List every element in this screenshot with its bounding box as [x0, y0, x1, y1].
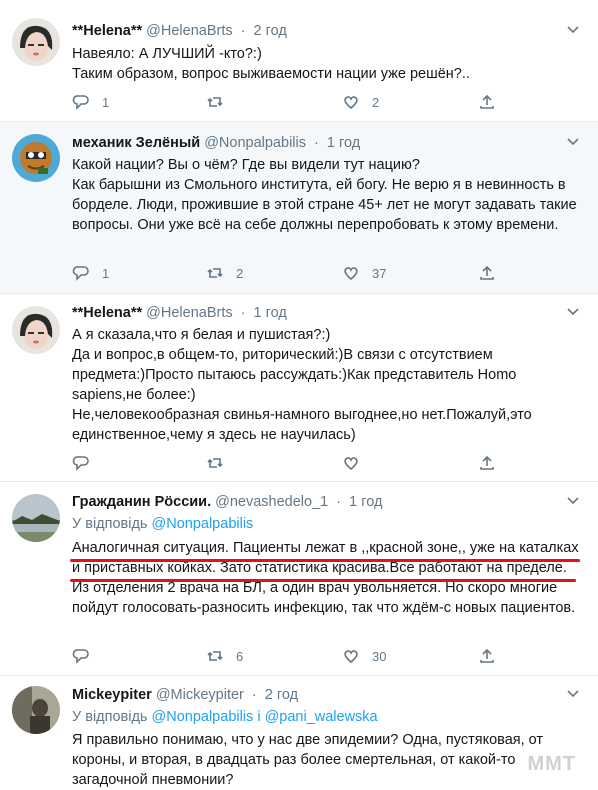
retweet-icon [207, 97, 223, 107]
separator-dot: · [251, 687, 257, 703]
tweet-header: **Helena** @HelenaBrts · 2 год [72, 21, 287, 41]
retweet-button[interactable]: 2 [206, 263, 243, 283]
tweet-text: Аналогичная ситуация. Пациенты лежат в ,… [72, 540, 583, 616]
chevron-down-icon[interactable] [566, 495, 580, 509]
tweet-actions: 1 2 [72, 92, 502, 112]
author-name[interactable]: Гражданин Рöссии. [72, 494, 211, 510]
retweet-button[interactable]: 6 [206, 646, 243, 666]
like-count: 37 [372, 265, 387, 281]
heart-icon [344, 457, 358, 471]
heart-icon [344, 267, 358, 281]
chevron-down-icon[interactable] [566, 136, 580, 150]
heart-icon [344, 96, 358, 110]
share-icon [480, 648, 494, 663]
like-count: 2 [372, 94, 380, 110]
tweet-header: Гражданин Рöссии. @nevashedelo_1 · 1 год [72, 492, 382, 512]
timestamp[interactable]: 2 год [254, 23, 287, 39]
share-icon [480, 455, 494, 470]
author-handle[interactable]: @nevashedelo_1 [215, 494, 328, 510]
share-button[interactable] [478, 263, 496, 283]
author-name[interactable]: **Helena** [72, 305, 142, 321]
author-handle[interactable]: @HelenaBrts [146, 305, 232, 321]
like-button[interactable]: 30 [342, 646, 386, 666]
avatar[interactable] [12, 18, 60, 66]
tweet-4[interactable]: Гражданин Рöссии. @nevashedelo_1 · 1 год… [0, 482, 598, 676]
author-handle[interactable]: @Nonpalpabilis [204, 135, 306, 151]
tweet-1[interactable]: **Helena** @HelenaBrts · 2 год Навеяло: … [0, 0, 598, 122]
avatar[interactable] [12, 134, 60, 182]
retweet-icon [207, 458, 223, 468]
timestamp[interactable]: 1 год [349, 494, 382, 510]
share-icon [480, 94, 494, 109]
chevron-down-icon[interactable] [566, 306, 580, 320]
red-underline-1 [70, 559, 580, 562]
timestamp[interactable]: 1 год [327, 135, 360, 151]
red-underline-2 [70, 579, 576, 582]
separator-dot: · [240, 305, 246, 321]
tweet-text: Какой нации? Вы о чём? Где вы видели тут… [72, 157, 577, 233]
reply-count: 1 [102, 94, 110, 110]
timestamp[interactable]: 2 год [265, 687, 298, 703]
reply-context: У відповідь @Nonpalpabilis [72, 514, 253, 534]
share-button[interactable] [478, 453, 496, 473]
reply-icon [72, 95, 89, 110]
reply-handle-link[interactable]: @Nonpalpabilis [152, 516, 254, 532]
reply-icon [72, 266, 89, 281]
tweet-actions: 1 2 37 [72, 263, 502, 283]
retweet-icon [207, 651, 223, 661]
tweet-text: Навеяло: А ЛУЧШИЙ -кто?:) Таким образом,… [72, 46, 470, 82]
reply-icon [72, 456, 89, 471]
avatar[interactable] [12, 306, 60, 354]
watermark: MMT [527, 753, 576, 775]
tweet-5[interactable]: Mickeypiter @Mickeypiter · 2 год У відпо… [0, 676, 598, 790]
like-button[interactable]: 2 [342, 92, 379, 112]
like-count: 30 [372, 648, 387, 664]
tweet-text: А я сказала,что я белая и пушистая?:) Да… [72, 327, 532, 443]
reply-icon [72, 649, 89, 664]
retweet-count: 2 [236, 265, 244, 281]
retweet-button[interactable] [206, 92, 236, 112]
author-name[interactable]: Mickeypiter [72, 687, 152, 703]
separator-dot: · [240, 23, 246, 39]
author-name[interactable]: **Helena** [72, 23, 142, 39]
reply-button[interactable]: 1 [72, 92, 109, 112]
share-button[interactable] [478, 92, 496, 112]
avatar[interactable] [12, 686, 60, 734]
like-button[interactable]: 37 [342, 263, 386, 283]
chevron-down-icon[interactable] [566, 688, 580, 702]
separator-dot: · [336, 494, 342, 510]
chevron-down-icon[interactable] [566, 24, 580, 38]
reply-button[interactable] [72, 646, 90, 666]
tweet-3[interactable]: **Helena** @HelenaBrts · 1 год А я сказа… [0, 294, 598, 482]
reply-prefix: У відповідь [72, 709, 152, 725]
tweet-actions: 6 30 [72, 646, 502, 666]
tweet-text: Я правильно понимаю, что у нас две эпиде… [72, 732, 548, 788]
reply-count: 1 [102, 265, 110, 281]
like-button[interactable] [342, 453, 360, 473]
reply-handle-link[interactable]: @Nonpalpabilis і @pani_walewska [152, 709, 378, 725]
author-name[interactable]: механик Зелёный [72, 135, 200, 151]
timestamp[interactable]: 1 год [254, 305, 287, 321]
tweet-actions [72, 453, 502, 473]
retweet-icon [207, 268, 223, 278]
reply-context: У відповідь @Nonpalpabilis і @pani_walew… [72, 707, 378, 727]
reply-prefix: У відповідь [72, 516, 152, 532]
tweet-2[interactable]: механик Зелёный @Nonpalpabilis · 1 год К… [0, 122, 598, 294]
avatar[interactable] [12, 494, 60, 542]
share-icon [480, 265, 494, 280]
author-handle[interactable]: @HelenaBrts [146, 23, 232, 39]
tweet-header: механик Зелёный @Nonpalpabilis · 1 год [72, 133, 360, 153]
reply-button[interactable] [72, 453, 90, 473]
retweet-count: 6 [236, 648, 244, 664]
tweet-header: **Helena** @HelenaBrts · 1 год [72, 303, 287, 323]
share-button[interactable] [478, 646, 496, 666]
tweet-thread: **Helena** @HelenaBrts · 2 год Навеяло: … [0, 0, 598, 790]
author-handle[interactable]: @Mickeypiter [156, 687, 244, 703]
reply-button[interactable]: 1 [72, 263, 109, 283]
separator-dot: · [314, 135, 319, 151]
retweet-button[interactable] [206, 453, 224, 473]
heart-icon [344, 650, 358, 664]
tweet-header: Mickeypiter @Mickeypiter · 2 год [72, 685, 298, 705]
